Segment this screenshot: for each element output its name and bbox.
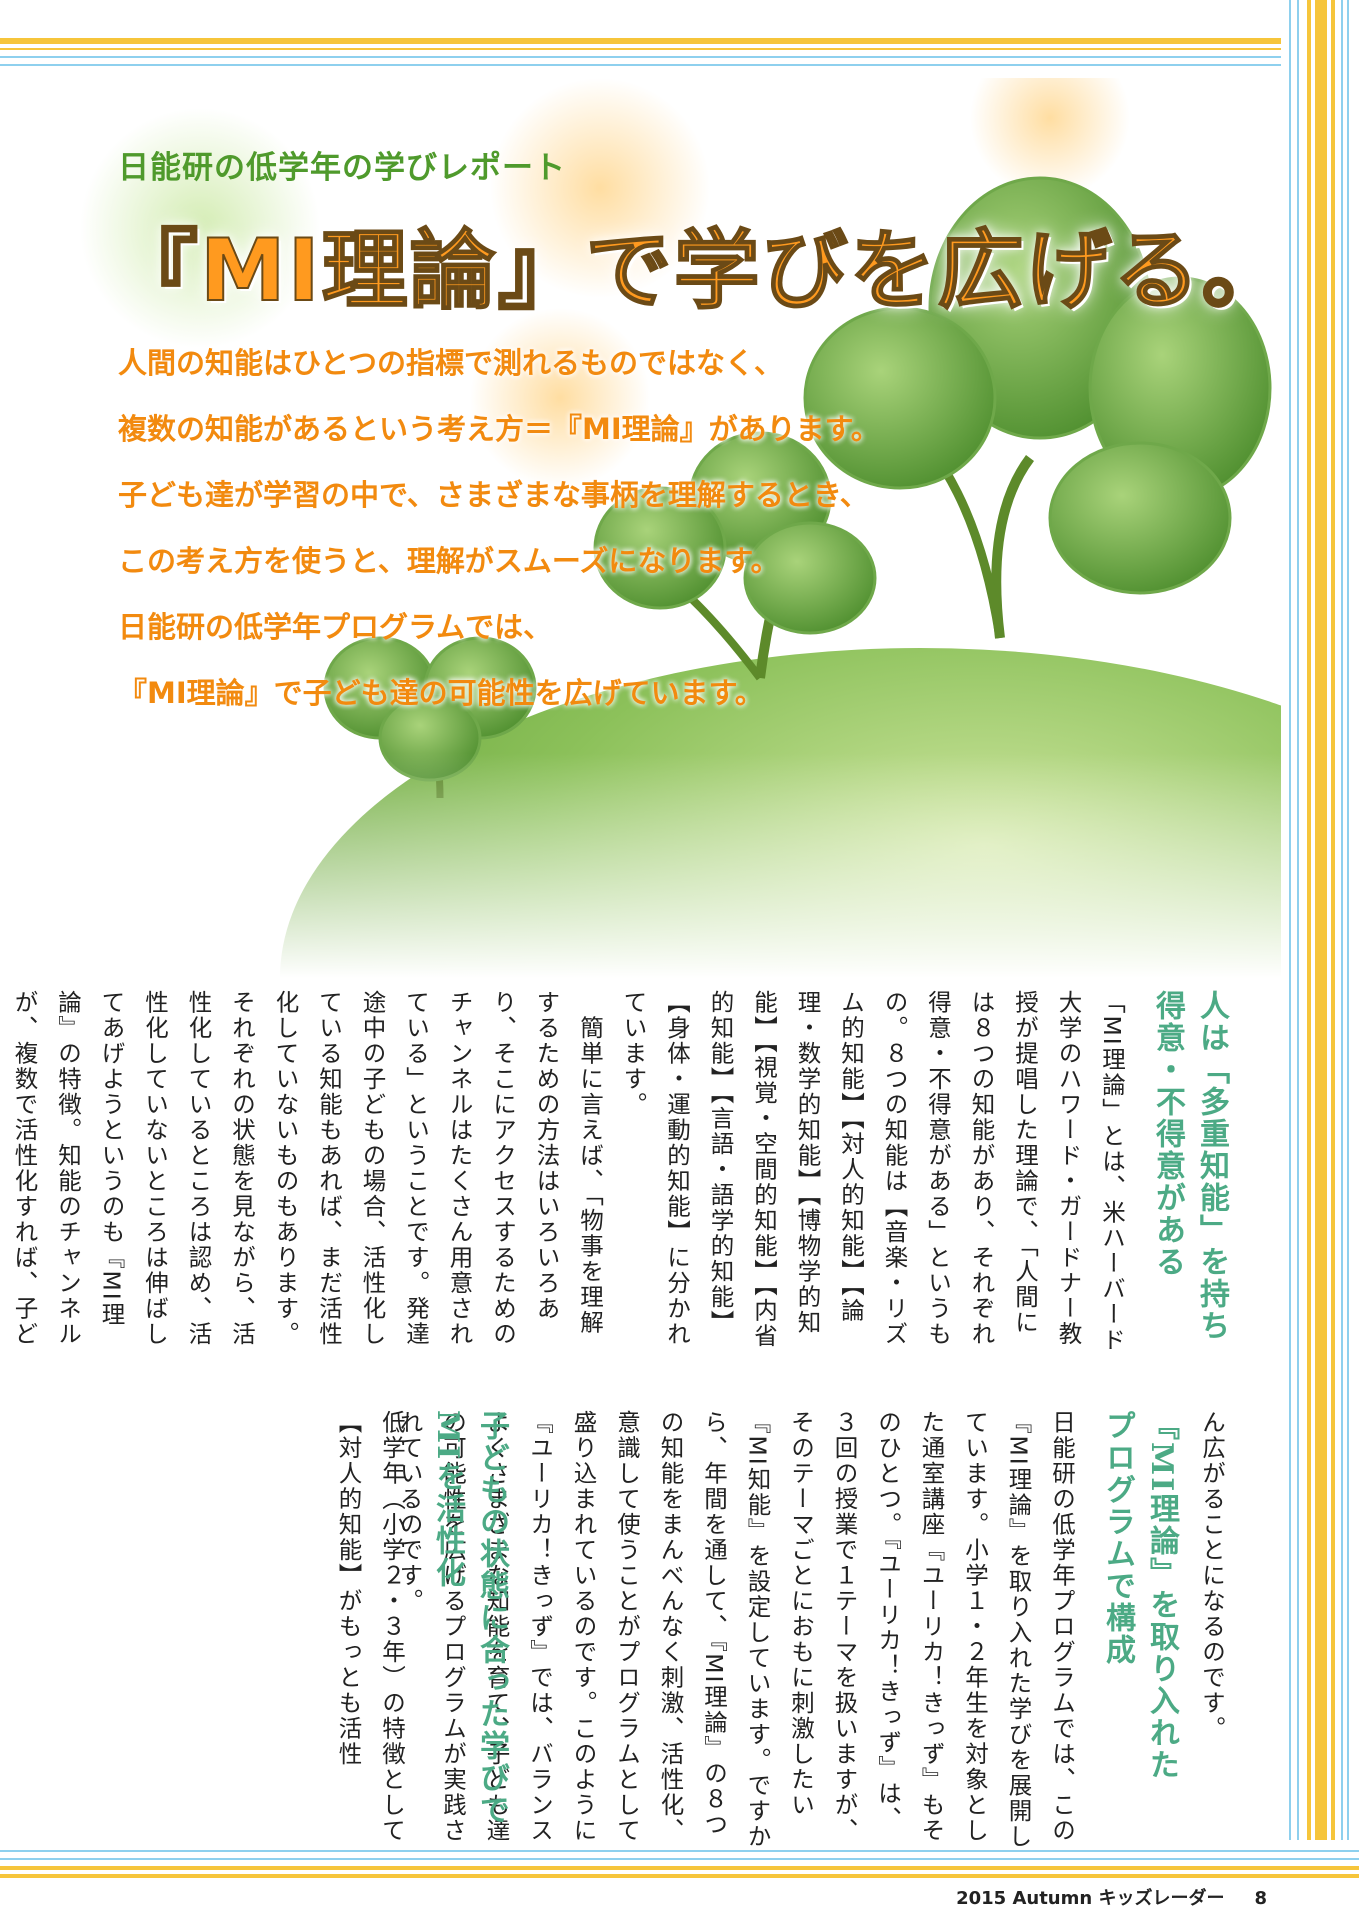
section-body-activation: 低学年（小学２・３年）の特徴として【対人的知能】がもっとも活性 — [334, 1410, 407, 1844]
page-title: 『MI理論』で学びを広げる。 — [111, 220, 1290, 322]
page-number: 8 — [1254, 1888, 1267, 1909]
section-body-tail: ん広がることになるのです。 — [1198, 1410, 1226, 1742]
issue-label: 2015 Autumn キッズレーダー — [956, 1888, 1225, 1909]
page-footer: 2015 Autumn キッズレーダー 8 — [956, 1884, 1267, 1910]
section-body-program: 日能研の低学年プログラムでは、この『MI理論』を取り入れた学びを展開しています。… — [395, 1410, 1077, 1850]
intro-line: 複数の知能があるという考え方＝『MI理論』があります。 — [118, 412, 880, 446]
intro-line: 『MI理論』で子ども達の可能性を広げています。 — [118, 676, 764, 710]
intro-line: 子ども達が学習の中で、さまざまな事柄を理解するとき、 — [118, 478, 869, 512]
plaid-border-right — [1281, 0, 1359, 1920]
intro-text: 人間の知能はひとつの指標で測れるものではなく、 複数の知能があるという考え方＝『… — [118, 330, 918, 726]
kicker-label: 日能研の低学年の学びレポート — [118, 150, 566, 186]
plaid-border-top — [0, 0, 1359, 78]
intro-line: 日能研の低学年プログラムでは、 — [118, 610, 553, 644]
intro-line: この考え方を使うと、理解がスムーズになります。 — [118, 544, 780, 578]
section-heading-multiple-intelligences: 人は「多重知能」を持ち 得意・不得意がある — [1150, 990, 1229, 1342]
intro-line: 人間の知能はひとつの指標で測れるものではなく、 — [118, 346, 783, 380]
section-body-multiple-intelligences: 「MI理論」とは、米ハーバード大学のハワード・ガードナー教授が提唱した理論で、「… — [10, 990, 1127, 1353]
section-heading-activation: 子どもの状態に合った学びで MIを活性化 — [430, 1410, 509, 1826]
section-heading-program: 『MI理論』を取り入れた プログラムで構成 — [1100, 1410, 1179, 1782]
